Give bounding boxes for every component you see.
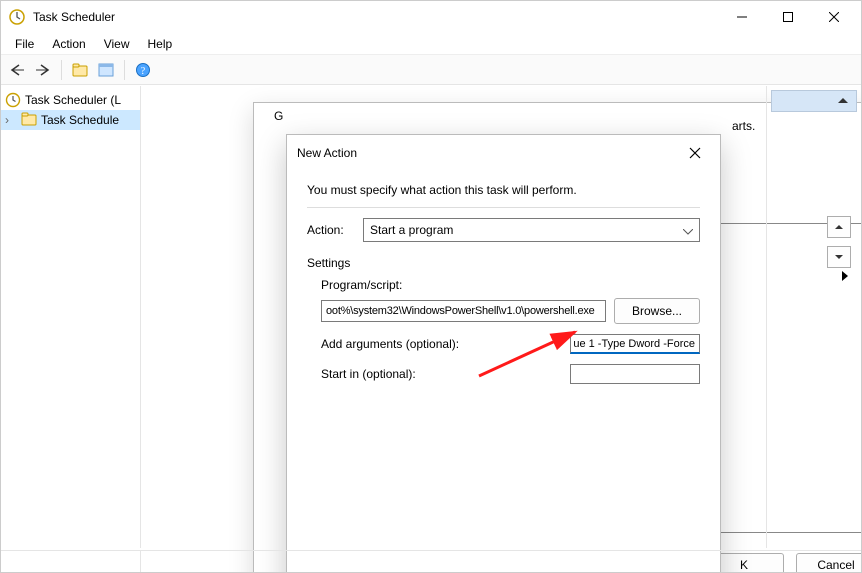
nav-back-button[interactable] bbox=[5, 58, 29, 82]
nav-forward-button[interactable] bbox=[31, 58, 55, 82]
tree-library[interactable]: › Task Schedule bbox=[1, 110, 140, 130]
titlebar: Task Scheduler bbox=[1, 1, 861, 33]
tree-library-label: Task Schedule bbox=[41, 113, 119, 127]
program-script-input[interactable]: oot%\system32\WindowsPowerShell\v1.0\pow… bbox=[321, 300, 606, 322]
maximize-button[interactable] bbox=[765, 2, 811, 32]
move-down-button[interactable] bbox=[827, 246, 851, 268]
dialog-title: New Action bbox=[297, 146, 680, 160]
new-action-dialog: New Action You must specify what action … bbox=[286, 134, 721, 573]
settings-group-label: Settings bbox=[307, 256, 700, 270]
move-up-button[interactable] bbox=[827, 216, 851, 238]
toolbar: ? bbox=[1, 55, 861, 85]
tree-root[interactable]: Task Scheduler (L bbox=[1, 90, 140, 110]
browse-button[interactable]: Browse... bbox=[614, 298, 700, 324]
minimize-button[interactable] bbox=[719, 2, 765, 32]
actions-pane bbox=[766, 86, 861, 548]
clock-icon bbox=[5, 92, 21, 108]
chevron-down-icon bbox=[683, 224, 693, 238]
menu-file[interactable]: File bbox=[7, 35, 42, 53]
tree-pane: Task Scheduler (L › Task Schedule bbox=[1, 86, 141, 548]
menu-view[interactable]: View bbox=[96, 35, 138, 53]
dialog-instruction: You must specify what action this task w… bbox=[307, 183, 700, 197]
menubar: File Action View Help bbox=[1, 33, 861, 55]
dialog-titlebar: New Action bbox=[287, 135, 720, 171]
toolbar-help-button[interactable]: ? bbox=[131, 58, 155, 82]
main-pane: G arts. K Cancel bbox=[141, 86, 861, 548]
folder-icon bbox=[21, 112, 37, 128]
toolbar-folder-button[interactable] bbox=[68, 58, 92, 82]
expand-arrow-icon[interactable] bbox=[835, 266, 855, 286]
chevron-right-icon: › bbox=[5, 113, 17, 127]
menu-help[interactable]: Help bbox=[140, 35, 181, 53]
actions-header-top[interactable] bbox=[771, 90, 857, 112]
svg-text:?: ? bbox=[141, 66, 146, 77]
action-label: Action: bbox=[307, 223, 363, 237]
app-title: Task Scheduler bbox=[33, 10, 115, 24]
status-bar bbox=[1, 550, 861, 572]
ghost-text: G bbox=[274, 109, 283, 123]
ghost-text: arts. bbox=[732, 119, 755, 133]
chevron-up-icon bbox=[838, 98, 848, 104]
app-icon bbox=[9, 9, 25, 25]
content-area: Task Scheduler (L › Task Schedule G arts… bbox=[1, 86, 861, 548]
arguments-input[interactable]: ue 1 -Type Dword -Force bbox=[570, 334, 700, 354]
program-label: Program/script: bbox=[321, 278, 700, 292]
close-button[interactable] bbox=[811, 2, 857, 32]
startin-label: Start in (optional): bbox=[321, 367, 570, 381]
tree-root-label: Task Scheduler (L bbox=[25, 93, 121, 107]
menu-action[interactable]: Action bbox=[44, 35, 93, 53]
arguments-label: Add arguments (optional): bbox=[321, 337, 570, 351]
action-select-value: Start a program bbox=[370, 223, 453, 237]
main-window: Task Scheduler File Action View Help ? T… bbox=[0, 0, 862, 573]
dialog-close-button[interactable] bbox=[680, 139, 710, 167]
toolbar-details-button[interactable] bbox=[94, 58, 118, 82]
action-select[interactable]: Start a program bbox=[363, 218, 700, 242]
startin-input[interactable] bbox=[570, 364, 700, 384]
